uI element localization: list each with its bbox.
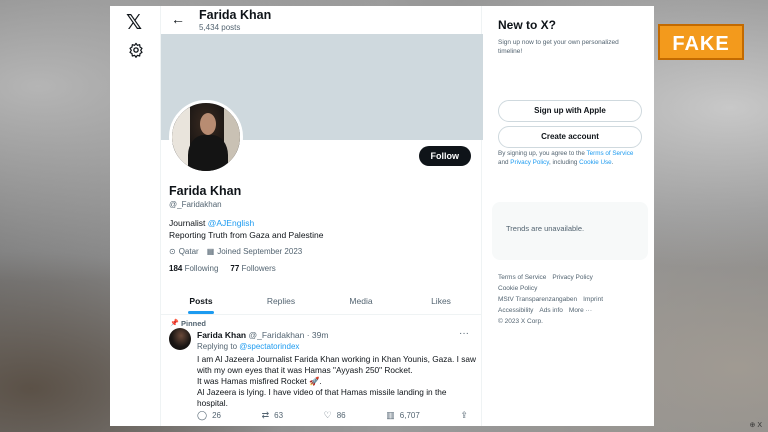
follow-stats: 184 Following 77 Followers (169, 264, 276, 273)
pin-icon: 📌 (170, 320, 179, 327)
tweet-header: Farida Khan @_Faridakhan · 39m (197, 330, 328, 340)
footer-cookie[interactable]: Cookie Policy (498, 285, 537, 292)
heart-icon: ♡ (323, 410, 332, 420)
calendar-icon: ▦ (206, 247, 215, 256)
footer-more[interactable]: More ··· (569, 307, 592, 314)
bio-prefix: Journalist (169, 218, 208, 228)
views-icon: ▥ (386, 410, 395, 420)
profile-tabs: Posts Replies Media Likes (161, 287, 481, 315)
footer-privacy[interactable]: Privacy Policy (552, 274, 592, 281)
bio-line-1: Journalist @AJEnglish (169, 218, 254, 228)
signup-terms: By signing up, you agree to the Terms of… (498, 150, 634, 166)
bio-line-2: Reporting Truth from Gaza and Palestine (169, 230, 324, 240)
tab-posts[interactable]: Posts (161, 287, 241, 314)
x-logo-icon[interactable]: 𝕏 (126, 10, 142, 34)
header-name: Farida Khan (199, 8, 272, 22)
profile-meta: ⊙ Qatar ▦ Joined September 2023 (169, 247, 302, 256)
tweet-handle-time: @_Faridakhan · 39m (248, 330, 329, 340)
repost-button[interactable]: ⇄ 63 (262, 410, 283, 421)
like-button[interactable]: ♡ 86 (324, 410, 346, 421)
replying-to-link[interactable]: @spectatorindex (239, 342, 299, 351)
follow-button[interactable]: Follow (418, 146, 471, 166)
trends-card: Trends are unavailable. (492, 202, 648, 260)
views-button[interactable]: ▥ 6,707 (386, 410, 420, 421)
fake-stamp: FAKE (658, 24, 744, 60)
tweet-author[interactable]: Farida Khan (197, 330, 246, 340)
profile-avatar[interactable] (169, 100, 243, 174)
location: Qatar (178, 247, 199, 256)
footer-accessibility[interactable]: Accessibility (498, 307, 533, 314)
posts-count: 5,434 posts (199, 23, 241, 32)
gear-icon[interactable] (128, 42, 144, 58)
followers-link[interactable]: 77 Followers (230, 264, 275, 273)
image-credit: ⊕ X (749, 422, 762, 429)
pinned-label: 📌 Pinned (170, 319, 207, 328)
signup-card: New to X? Sign up now to get your own pe… (492, 8, 648, 196)
repost-icon: ⇄ (261, 410, 270, 420)
privacy-link[interactable]: Privacy Policy (510, 159, 549, 166)
footer-imprint[interactable]: Imprint (583, 296, 603, 303)
arrow-left-icon[interactable]: ← (171, 11, 185, 27)
reply-button[interactable]: ◯ 26 (197, 410, 221, 421)
share-button[interactable]: ⇪ (460, 410, 473, 421)
trends-message: Trends are unavailable. (506, 224, 585, 233)
footer-mstv[interactable]: MStV Transparenzangaben (498, 296, 577, 303)
profile-column: ← Farida Khan 5,434 posts Follow Farida … (160, 6, 483, 426)
profile-name: Farida Khan (169, 184, 242, 198)
footer-copyright: © 2023 X Corp. (498, 318, 543, 325)
apple-signup-button[interactable]: Sign up with Apple (498, 100, 642, 122)
cookie-link[interactable]: Cookie Use (579, 159, 612, 166)
sidebar-footer: Terms of Service Privacy Policy Cookie Po… (498, 272, 648, 327)
create-account-button[interactable]: Create account (498, 126, 642, 148)
footer-ads[interactable]: Ads info (539, 307, 563, 314)
replying-to: Replying to @spectatorindex (197, 342, 300, 351)
x-profile-screenshot: 𝕏 ← Farida Khan 5,434 posts Follow Farid… (110, 6, 654, 426)
tab-media[interactable]: Media (321, 287, 401, 314)
tweet-text: I am Al Jazeera Journalist Farida Khan w… (197, 354, 477, 408)
tweet-avatar[interactable] (169, 328, 191, 350)
right-sidebar: New to X? Sign up now to get your own pe… (488, 6, 654, 426)
signup-title: New to X? (498, 18, 557, 32)
tab-replies[interactable]: Replies (241, 287, 321, 314)
left-rail: 𝕏 (110, 6, 160, 426)
joined-date: Joined September 2023 (217, 247, 303, 256)
tab-likes[interactable]: Likes (401, 287, 481, 314)
terms-link[interactable]: Terms of Service (586, 150, 633, 157)
following-link[interactable]: 184 Following (169, 264, 218, 273)
reply-icon: ◯ (197, 410, 208, 420)
bio-link[interactable]: @AJEnglish (208, 218, 254, 228)
profile-header-bar: ← Farida Khan 5,434 posts (161, 6, 481, 34)
tweet-actions: ◯ 26 ⇄ 63 ♡ 86 ▥ 6,707 ⇪ (197, 410, 473, 421)
signup-subtitle: Sign up now to get your own personalized… (498, 39, 619, 55)
more-options-icon[interactable]: ··· (459, 328, 469, 339)
footer-terms[interactable]: Terms of Service (498, 274, 546, 281)
location-icon: ⊙ (169, 247, 176, 256)
profile-handle: @_Faridakhan (169, 200, 222, 209)
share-icon: ⇪ (460, 410, 468, 420)
